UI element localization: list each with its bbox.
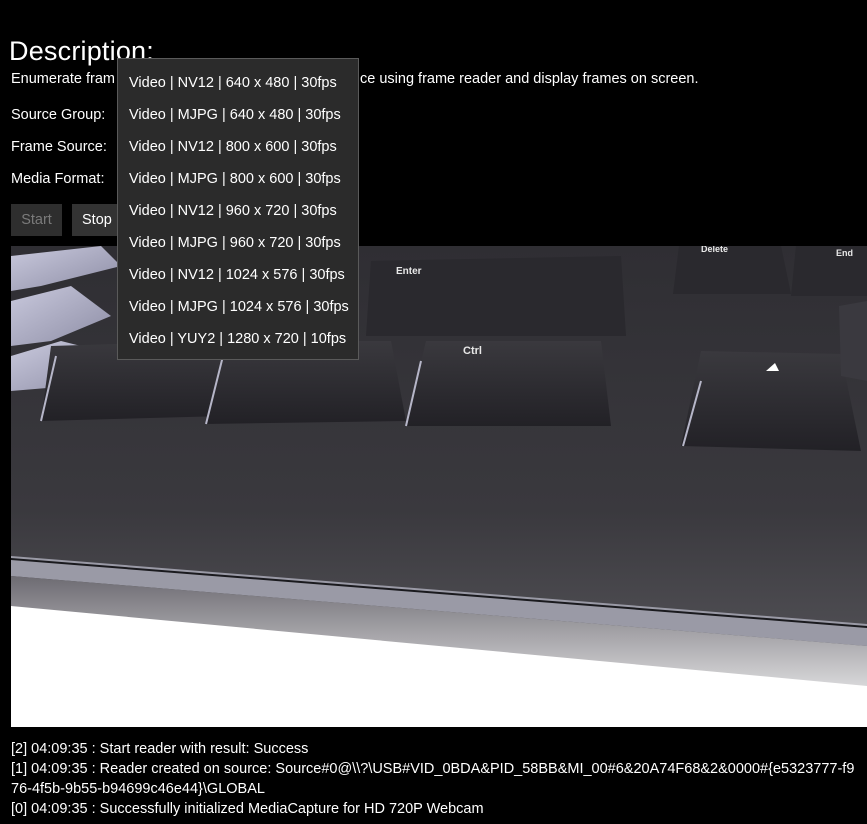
enter-key-label: Enter: [396, 266, 422, 277]
keyboard-key: [681, 351, 861, 451]
media-format-option[interactable]: Video | MJPG | 960 x 720 | 30fps: [118, 227, 358, 259]
log-entry: [0] 04:09:35 : Successfully initialized …: [11, 801, 484, 817]
frame-source-label: Frame Source:: [11, 139, 107, 155]
media-format-label: Media Format:: [11, 171, 105, 187]
media-format-option[interactable]: Video | NV12 | 640 x 480 | 30fps: [118, 67, 358, 99]
delete-key-label: Delete: [701, 246, 728, 254]
ctrl-key-label: Ctrl: [463, 345, 482, 357]
log-entry: [1] 04:09:35 : Reader created on source:…: [11, 761, 855, 797]
keyboard-key: [406, 341, 611, 426]
media-format-option[interactable]: Video | NV12 | 960 x 720 | 30fps: [118, 195, 358, 227]
stop-button[interactable]: Stop: [72, 204, 120, 236]
source-group-label: Source Group:: [11, 107, 106, 123]
start-button[interactable]: Start: [11, 204, 62, 236]
media-format-option[interactable]: Video | YUY2 | 1280 x 720 | 10fps: [118, 323, 358, 355]
media-format-option[interactable]: Video | MJPG | 800 x 600 | 30fps: [118, 163, 358, 195]
keyboard-key: [791, 246, 867, 296]
media-format-dropdown-list[interactable]: Video | NV12 | 640 x 480 | 30fps Video |…: [117, 58, 359, 360]
status-log: [2] 04:09:35 : Start reader with result:…: [11, 739, 861, 819]
end-key-label: End: [836, 248, 853, 258]
media-format-option[interactable]: Video | NV12 | 1024 x 576 | 30fps: [118, 259, 358, 291]
keyboard-key: [673, 246, 791, 294]
description-text-right: ce using frame reader and display frames…: [360, 71, 699, 87]
log-entry: [2] 04:09:35 : Start reader with result:…: [11, 741, 309, 757]
description-text-left: Enumerate fram: [11, 71, 115, 87]
media-format-option[interactable]: Video | MJPG | 640 x 480 | 30fps: [118, 99, 358, 131]
media-format-option[interactable]: Video | MJPG | 1024 x 576 | 30fps: [118, 291, 358, 323]
media-format-option[interactable]: Video | NV12 | 800 x 600 | 30fps: [118, 131, 358, 163]
